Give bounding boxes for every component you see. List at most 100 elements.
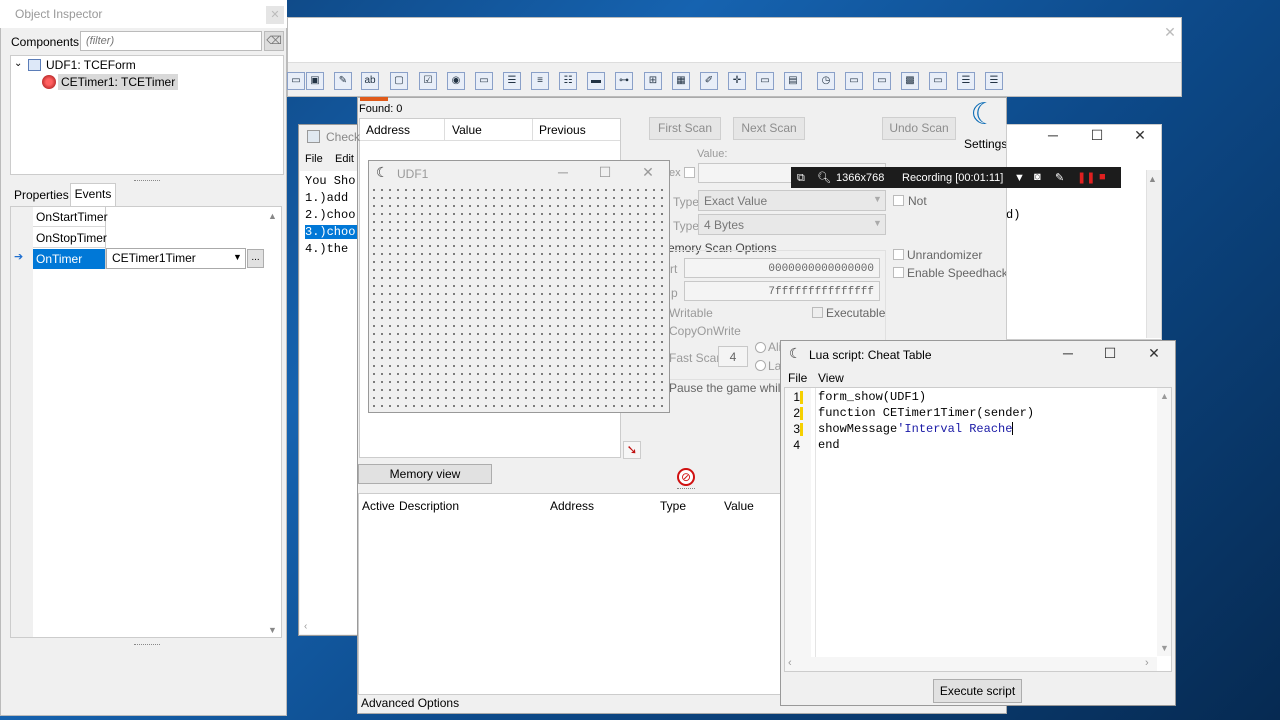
- lua-vscrollbar[interactable]: [1157, 388, 1171, 656]
- column-address[interactable]: Address: [550, 499, 594, 513]
- palette-combobox-icon[interactable]: ☷: [559, 72, 577, 90]
- stop-icon[interactable]: ■: [1099, 171, 1106, 183]
- palette-checkbox-icon[interactable]: ☑: [419, 72, 437, 90]
- collapse-icon[interactable]: ⌄: [14, 58, 22, 69]
- close-icon[interactable]: ✕: [1139, 345, 1169, 362]
- column-address[interactable]: Address: [366, 123, 410, 137]
- writable-label[interactable]: Writable: [669, 306, 713, 320]
- check-scroll-left-icon[interactable]: ‹: [304, 621, 307, 632]
- scroll-up-icon[interactable]: ▲: [1148, 174, 1157, 184]
- add-address-arrow-icon[interactable]: ➘: [623, 441, 641, 459]
- clear-filter-icon[interactable]: ⌫: [264, 31, 284, 51]
- camera-icon[interactable]: ◙: [1034, 171, 1041, 183]
- scan-type-select[interactable]: Exact Value: [698, 190, 886, 211]
- column-active[interactable]: Active: [362, 499, 395, 513]
- unrandomizer-checkbox[interactable]: [893, 249, 904, 260]
- tab-properties[interactable]: Properties: [14, 188, 69, 202]
- memory-view-button[interactable]: Memory view: [358, 464, 492, 484]
- palette-paintbox-icon[interactable]: ✐: [700, 72, 718, 90]
- speedhack-checkbox[interactable]: [893, 267, 904, 278]
- lua-menu-file[interactable]: File: [788, 371, 807, 385]
- executable-checkbox[interactable]: [812, 307, 823, 318]
- palette-opendialog-icon[interactable]: ▭: [845, 72, 863, 90]
- palette-edit-icon[interactable]: ab: [361, 72, 379, 90]
- next-scan-button[interactable]: Next Scan: [733, 117, 805, 140]
- cheat-engine-logo-icon[interactable]: ☾: [963, 96, 1005, 134]
- last-digits-radio[interactable]: [755, 360, 766, 371]
- filter-input[interactable]: [80, 31, 262, 51]
- palette-memo-icon[interactable]: ≡: [531, 72, 549, 90]
- column-value[interactable]: Value: [452, 123, 482, 137]
- scroll-down-icon[interactable]: ▼: [1160, 643, 1169, 653]
- splitter-grip[interactable]: [134, 644, 160, 646]
- palette-treeview-icon[interactable]: ⊞: [644, 72, 662, 90]
- pen-icon[interactable]: ✎: [1055, 171, 1064, 184]
- palette-cursor-icon[interactable]: ▭: [287, 72, 305, 90]
- advanced-options-label[interactable]: Advanced Options: [361, 696, 459, 710]
- scroll-up-icon[interactable]: ▲: [268, 211, 277, 221]
- event-name[interactable]: OnStartTimer: [33, 207, 108, 227]
- alignment-radio[interactable]: [755, 342, 766, 353]
- scroll-down-icon[interactable]: ▼: [268, 625, 277, 635]
- palette-button-icon[interactable]: ▢: [390, 72, 408, 90]
- undo-scan-button[interactable]: Undo Scan: [882, 117, 956, 140]
- lua-menu-view[interactable]: View: [818, 371, 844, 385]
- palette-radio-icon[interactable]: ◉: [447, 72, 465, 90]
- palette-timer-icon[interactable]: ◷: [817, 72, 835, 90]
- scroll-right-icon[interactable]: ›: [1145, 657, 1149, 669]
- event-name-selected[interactable]: OnTimer: [33, 249, 105, 269]
- palette-panel-icon[interactable]: ▭: [475, 72, 493, 90]
- palette-tabcontrol-icon[interactable]: ▭: [756, 72, 774, 90]
- palette-listbox-icon[interactable]: ☰: [503, 72, 521, 90]
- copy-on-write-label[interactable]: CopyOnWrite: [669, 324, 741, 338]
- column-value[interactable]: Value: [724, 499, 754, 513]
- minimize-icon[interactable]: ─: [548, 164, 578, 180]
- splitter-grip[interactable]: [677, 488, 695, 491]
- cheat-table-list[interactable]: [358, 493, 782, 695]
- scroll-up-icon[interactable]: ▲: [1160, 391, 1169, 401]
- palette-progress-icon[interactable]: ▬: [587, 72, 605, 90]
- column-previous[interactable]: Previous: [539, 123, 586, 137]
- check-menu-edit[interactable]: Edit: [335, 153, 354, 165]
- check-text-area[interactable]: [300, 171, 357, 634]
- palette-splitter-icon[interactable]: ✛: [728, 72, 746, 90]
- palette-groupbox-icon[interactable]: ▤: [784, 72, 802, 90]
- splitter-grip[interactable]: [134, 180, 160, 182]
- hex-checkbox[interactable]: [684, 167, 695, 178]
- tab-events[interactable]: Events: [70, 183, 116, 206]
- start-address-input[interactable]: 0000000000000000: [684, 258, 880, 278]
- minimize-icon[interactable]: ─: [1038, 127, 1068, 143]
- region-icon[interactable]: ⧉: [797, 172, 805, 185]
- component-tree[interactable]: [10, 55, 284, 175]
- event-value-input[interactable]: CETimer1Timer: [106, 248, 246, 269]
- scroll-left-icon[interactable]: ‹: [788, 657, 792, 669]
- first-scan-button[interactable]: First Scan: [649, 117, 721, 140]
- column-description[interactable]: Description: [399, 499, 459, 513]
- pause-game-label[interactable]: Pause the game while s: [669, 381, 796, 395]
- no-entry-icon[interactable]: ⊘: [677, 468, 695, 486]
- maximize-icon[interactable]: ☐: [1095, 345, 1125, 362]
- palette-findialog-icon[interactable]: ▩: [901, 72, 919, 90]
- close-icon[interactable]: ✕: [1155, 24, 1185, 41]
- execute-script-button[interactable]: Execute script: [933, 679, 1022, 703]
- close-icon[interactable]: ✕: [633, 164, 663, 181]
- zoom-icon[interactable]: 🔍︎: [817, 171, 831, 184]
- menu-down-icon[interactable]: ▼: [1014, 172, 1025, 184]
- minimize-icon[interactable]: ─: [1053, 345, 1083, 361]
- palette-grid-icon[interactable]: ▦: [672, 72, 690, 90]
- close-icon[interactable]: ✕: [266, 6, 284, 24]
- chevron-down-icon[interactable]: ▼: [233, 252, 242, 262]
- close-icon[interactable]: ✕: [1125, 127, 1155, 144]
- palette-folder-icon[interactable]: ▭: [929, 72, 947, 90]
- stop-address-input[interactable]: 7fffffffffffffff: [684, 281, 880, 301]
- tree-item-udf1[interactable]: UDF1: TCEForm: [46, 58, 136, 72]
- palette-label-icon[interactable]: ✎: [334, 72, 352, 90]
- check-scrollbar[interactable]: [1146, 170, 1161, 338]
- column-type[interactable]: Type: [660, 499, 686, 513]
- pause-icon[interactable]: ❚❚: [1077, 171, 1095, 184]
- settings-label[interactable]: Settings: [964, 137, 1007, 151]
- fast-scan-input[interactable]: 4: [718, 346, 748, 367]
- palette-menu-icon[interactable]: ☰: [957, 72, 975, 90]
- check-menu-file[interactable]: File: [305, 153, 323, 165]
- tree-item-cetimer1[interactable]: CETimer1: TCETimer: [58, 74, 179, 90]
